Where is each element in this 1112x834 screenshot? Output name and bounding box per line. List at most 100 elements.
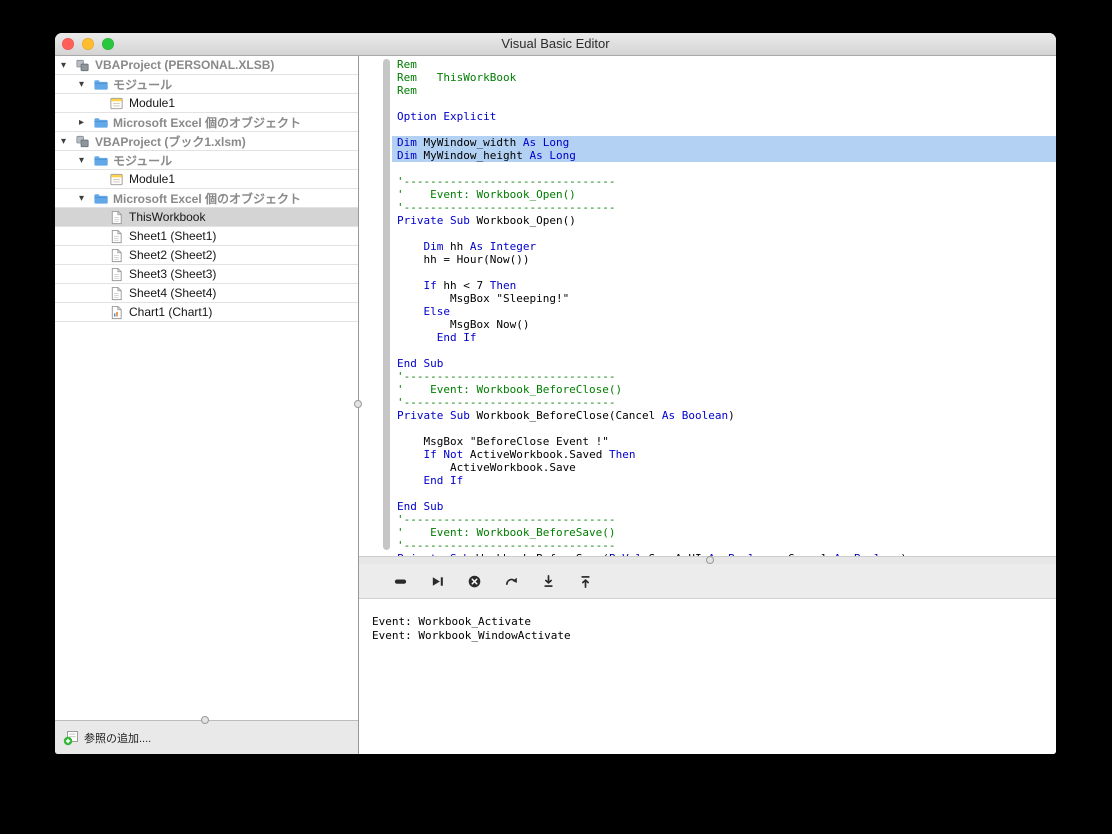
tree-row-label: Module1 (129, 172, 176, 186)
splitter-handle-icon[interactable] (706, 556, 714, 564)
code-line[interactable]: '-------------------------------- (392, 513, 1056, 526)
disclosure-open-icon[interactable]: ▾ (79, 155, 93, 166)
disclosure-open-icon[interactable]: ▾ (79, 193, 93, 204)
code-line[interactable]: MsgBox "BeforeClose Event !" (392, 435, 1056, 448)
code-line[interactable]: Rem (392, 58, 1056, 71)
code-line[interactable]: ' Event: Workbook_BeforeClose() (392, 383, 1056, 396)
immediate-window[interactable]: Event: Workbook_Activate Event: Workbook_… (359, 599, 1056, 754)
code-line[interactable]: If Not ActiveWorkbook.Saved Then (392, 448, 1056, 461)
code-line[interactable]: '-------------------------------- (392, 539, 1056, 552)
code-line[interactable]: Rem ThisWorkBook (392, 71, 1056, 84)
tree-row[interactable]: Module1 (55, 94, 358, 113)
code-line[interactable] (392, 422, 1056, 435)
code-line[interactable]: Private Sub Workbook_BeforeClose(Cancel … (392, 409, 1056, 422)
code-line[interactable] (392, 227, 1056, 240)
tree-row-label: モジュール (113, 153, 173, 168)
doc-icon (109, 210, 124, 225)
stop-button[interactable] (466, 573, 483, 590)
tree-row[interactable]: ▾ VBAProject (PERSONAL.XLSB) (55, 56, 358, 75)
doc-icon (109, 267, 124, 282)
code-line[interactable]: End Sub (392, 500, 1056, 513)
step-into-button[interactable] (540, 573, 557, 590)
code-line[interactable]: End If (392, 331, 1056, 344)
project-explorer: ▾ VBAProject (PERSONAL.XLSB) ▾ モジュール Module1… (55, 56, 359, 754)
code-line[interactable] (392, 123, 1056, 136)
tree-row-label: Microsoft Excel 個のオブジェクト (113, 191, 302, 206)
tree-row-label: Sheet3 (Sheet3) (129, 267, 217, 281)
add-reference-label: 参照の追加.... (84, 732, 152, 745)
splitter-handle-icon[interactable] (201, 716, 209, 724)
tree-row-label: ThisWorkbook (129, 210, 206, 224)
tree-row[interactable]: ▾ Microsoft Excel 個のオブジェクト (55, 189, 358, 208)
code-line[interactable]: MsgBox Now() (392, 318, 1056, 331)
code-line[interactable]: Dim MyWindow_height As Long (392, 149, 1056, 162)
scrollbar-thumb[interactable] (383, 59, 390, 550)
code-line[interactable] (392, 162, 1056, 175)
doc-icon (109, 248, 124, 263)
main-area: ▾ VBAProject (PERSONAL.XLSB) ▾ モジュール Module1… (55, 56, 1056, 754)
code-line[interactable]: '-------------------------------- (392, 201, 1056, 214)
code-line[interactable]: Rem (392, 84, 1056, 97)
code-line[interactable]: End If (392, 474, 1056, 487)
project-icon (75, 134, 90, 149)
project-tree: ▾ VBAProject (PERSONAL.XLSB) ▾ モジュール Module1… (55, 56, 358, 720)
code-line[interactable]: hh = Hour(Now()) (392, 253, 1056, 266)
folder-icon (93, 191, 108, 206)
tree-row[interactable]: ThisWorkbook (55, 208, 358, 227)
code-line[interactable]: Private Sub Workbook_Open() (392, 214, 1056, 227)
code-line[interactable]: If hh < 7 Then (392, 279, 1056, 292)
tree-row-label: Chart1 (Chart1) (129, 305, 213, 319)
code-scrollbar[interactable] (383, 59, 391, 550)
window-title: Visual Basic Editor (501, 36, 610, 51)
code-line[interactable]: '-------------------------------- (392, 175, 1056, 188)
code-line[interactable]: Else (392, 305, 1056, 318)
module-icon (109, 172, 124, 187)
tree-row[interactable]: ▾ VBAProject (ブック1.xlsm) (55, 132, 358, 151)
tree-row-label: VBAProject (ブック1.xlsm) (95, 134, 246, 149)
code-line[interactable]: '-------------------------------- (392, 370, 1056, 383)
code-line[interactable] (392, 344, 1056, 357)
step-button[interactable] (429, 573, 446, 590)
horizontal-splitter[interactable] (359, 556, 1056, 564)
disclosure-open-icon[interactable]: ▾ (61, 136, 75, 147)
chart-icon (109, 305, 124, 320)
tree-row[interactable]: Sheet1 (Sheet1) (55, 227, 358, 246)
tree-row[interactable]: ▾ モジュール (55, 75, 358, 94)
tree-row[interactable]: ▸ Microsoft Excel 個のオブジェクト (55, 113, 358, 132)
code-line[interactable]: Dim MyWindow_width As Long (392, 136, 1056, 149)
tree-row[interactable]: Chart1 (Chart1) (55, 303, 358, 322)
tree-row[interactable]: Sheet2 (Sheet2) (55, 246, 358, 265)
disclosure-open-icon[interactable]: ▾ (61, 60, 75, 71)
tree-row-label: Sheet4 (Sheet4) (129, 286, 217, 300)
code-line[interactable]: ActiveWorkbook.Save (392, 461, 1056, 474)
code-line[interactable]: ' Event: Workbook_BeforeSave() (392, 526, 1056, 539)
tree-row-label: Microsoft Excel 個のオブジェクト (113, 115, 302, 130)
code-line[interactable]: Option Explicit (392, 110, 1056, 123)
step-out-button[interactable] (577, 573, 594, 590)
debug-toolbar (359, 564, 1056, 599)
disclosure-closed-icon[interactable]: ▸ (79, 117, 93, 128)
code-line[interactable]: ' Event: Workbook_Open() (392, 188, 1056, 201)
code-line[interactable] (392, 97, 1056, 110)
titlebar[interactable]: Visual Basic Editor (55, 33, 1056, 56)
tree-row[interactable]: Sheet3 (Sheet3) (55, 265, 358, 284)
code-line[interactable]: '-------------------------------- (392, 396, 1056, 409)
splitter-handle-icon[interactable] (354, 400, 362, 408)
continue-button[interactable] (392, 573, 409, 590)
code-line[interactable]: MsgBox "Sleeping!" (392, 292, 1056, 305)
folder-icon (93, 77, 108, 92)
code-line[interactable] (392, 266, 1056, 279)
code-line[interactable]: Dim hh As Integer (392, 240, 1056, 253)
tree-row[interactable]: ▾ モジュール (55, 151, 358, 170)
tree-row-label: Module1 (129, 96, 176, 110)
code-line[interactable]: End Sub (392, 357, 1056, 370)
immediate-line: Event: Workbook_WindowActivate (372, 628, 571, 642)
vbe-window: Visual Basic Editor ▾ VBAProject (PERSONA… (55, 33, 1056, 754)
code-line[interactable] (392, 487, 1056, 500)
disclosure-open-icon[interactable]: ▾ (79, 79, 93, 90)
tree-row[interactable]: Module1 (55, 170, 358, 189)
step-over-button[interactable] (503, 573, 520, 590)
code-editor[interactable]: Rem Rem ThisWorkBook Rem Option Explicit D… (359, 56, 1056, 556)
tree-row[interactable]: Sheet4 (Sheet4) (55, 284, 358, 303)
add-reference-row[interactable]: 参照の追加.... (55, 716, 358, 754)
